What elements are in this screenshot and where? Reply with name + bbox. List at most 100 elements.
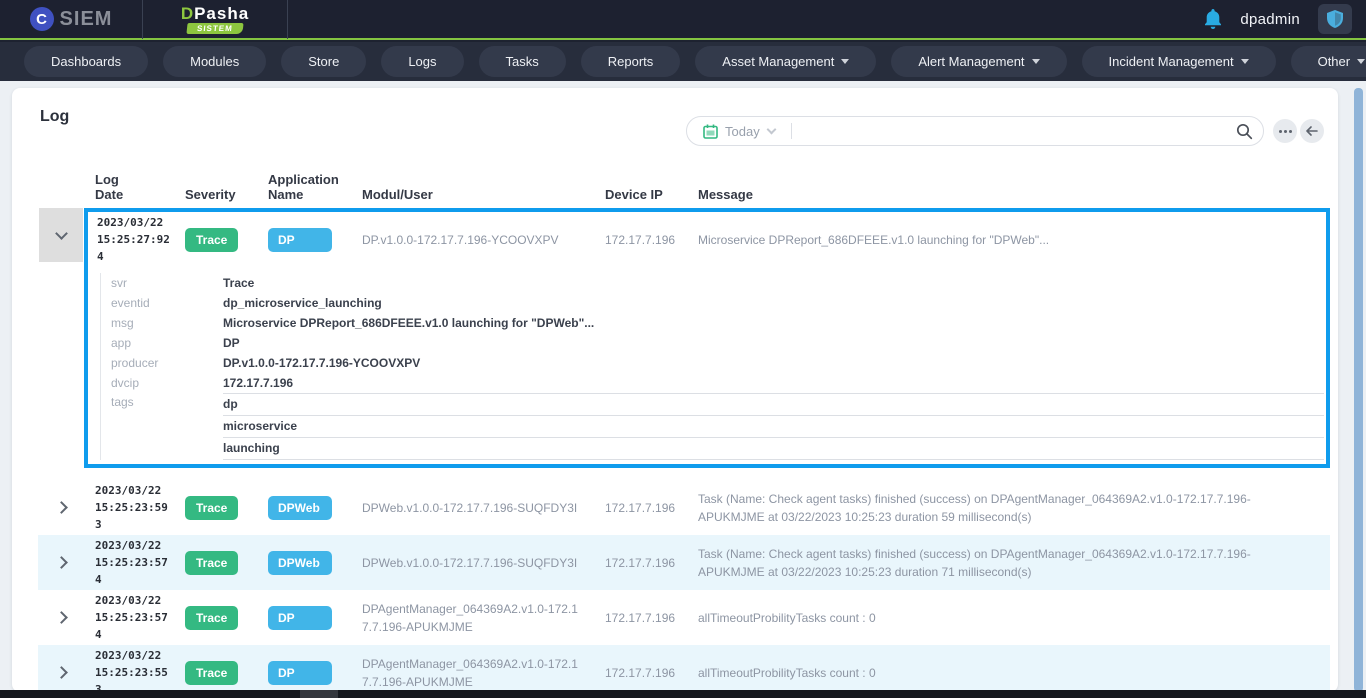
log-row[interactable]: 2023/03/22 15:25:23:574 Trace DPWeb DPWe… [38,535,1330,590]
page-title: Log [40,108,69,126]
expander-cell [38,208,84,468]
search-input[interactable] [804,118,1236,144]
app-window: C SIEM DPasha SISTEM dpadmin [0,0,1366,698]
caret-down-icon [1357,59,1365,64]
detail-value: DP [223,336,240,350]
header-divider [287,0,288,39]
severity-badge: Trace [185,228,238,252]
nav-label: Asset Management [722,54,834,69]
detail-value: Microservice DPReport_686DFEEE.v1.0 laun… [223,316,594,330]
nav-tasks[interactable]: Tasks [479,46,566,77]
log-date-cell: 2023/03/22 15:25:23:553 [95,645,171,692]
row-gap [38,468,1330,480]
nav-label: Tasks [506,54,539,69]
nav-label: Incident Management [1109,54,1234,69]
chevron-right-icon [55,611,68,624]
profile-shield-button[interactable] [1318,4,1352,34]
dpasha-logo: DPasha SISTEM [143,5,287,34]
app-badge: DPWeb [268,496,332,520]
detail-key: app [111,336,223,350]
detail-value: DP.v1.0.0-172.17.7.196-YCOOVXPV [223,356,420,370]
notification-bell-icon[interactable] [1204,9,1222,29]
nav-logs[interactable]: Logs [381,46,463,77]
column-header-severity: Severity [174,187,257,202]
caret-down-icon [1032,59,1040,64]
detail-key: dvcip [111,376,223,390]
siem-logo: C SIEM [0,7,142,31]
nav-label: Other [1318,54,1351,69]
detail-key: producer [111,356,223,370]
detail-row: dvcip172.17.7.196 [111,373,1326,393]
nav-other[interactable]: Other [1291,46,1366,77]
detail-row: svrTrace [111,273,1326,293]
date-filter-label[interactable]: Today [725,124,760,139]
message-cell: Task (Name: Check agent tasks) finished … [687,490,1330,526]
collapse-button[interactable] [39,208,83,262]
caret-down-icon [1241,59,1249,64]
device-ip-cell: 172.17.7.196 [596,231,689,249]
log-row-main[interactable]: 2023/03/22 15:25:27:924 Trace DP DP.v1.0… [88,212,1326,267]
nav-incident-management[interactable]: Incident Management [1082,46,1276,77]
nav-modules[interactable]: Modules [163,46,266,77]
dpasha-logo-text: DPasha [181,5,249,22]
detail-key: msg [111,316,223,330]
log-date-cell: 2023/03/22 15:25:23:593 [95,480,171,535]
chevron-right-icon [55,556,68,569]
app-badge: DPWeb [268,551,332,575]
siem-logo-text: SIEM [60,8,113,31]
nav-store[interactable]: Store [281,46,366,77]
nav-label: Store [308,54,339,69]
arrow-left-icon [1306,126,1318,136]
log-row[interactable]: 2023/03/22 15:25:23:574 Trace DP DPAgent… [38,590,1330,645]
severity-badge: Trace [185,661,238,685]
detail-row: producerDP.v1.0.0-172.17.7.196-YCOOVXPV [111,353,1326,373]
search-icon[interactable] [1236,123,1253,140]
caret-down-icon [841,59,849,64]
expand-button[interactable] [38,668,84,677]
nav-asset-management[interactable]: Asset Management [695,46,876,77]
chevron-down-icon [55,227,68,240]
log-detail-list: svrTrace eventiddp_microservice_launchin… [100,273,1326,460]
message-cell: allTimeoutProbilityTasks count : 0 [687,664,1330,682]
chevron-right-icon [55,501,68,514]
nav-dashboards[interactable]: Dashboards [24,46,148,77]
device-ip-cell: 172.17.7.196 [594,554,687,572]
severity-badge: Trace [185,496,238,520]
severity-badge: Trace [185,606,238,630]
main-nav: Dashboards Modules Store Logs Tasks Repo… [0,42,1366,81]
nav-label: Alert Management [918,54,1024,69]
log-panel: Log Today [12,88,1338,692]
vertical-scrollbar[interactable] [1354,88,1363,692]
page-background: Log Today [0,81,1366,698]
nav-reports[interactable]: Reports [581,46,681,77]
device-ip-cell: 172.17.7.196 [594,609,687,627]
detail-row: eventiddp_microservice_launching [111,293,1326,313]
more-options-button[interactable] [1273,119,1297,143]
detail-row: msgMicroservice DPReport_686DFEEE.v1.0 l… [111,313,1326,333]
selected-log-detail-box: 2023/03/22 15:25:27:924 Trace DP DP.v1.0… [84,208,1330,468]
detail-key: tags [111,393,223,409]
log-date-cell: 2023/03/22 15:25:23:574 [95,590,171,645]
nav-alert-management[interactable]: Alert Management [891,46,1066,77]
nav-label: Dashboards [51,54,121,69]
column-header-log-date: Log Date [84,172,140,202]
back-button[interactable] [1300,119,1324,143]
log-row[interactable]: 2023/03/22 15:25:23:593 Trace DPWeb DPWe… [38,480,1330,535]
chevron-down-icon[interactable] [766,125,776,135]
detail-value: dp_microservice_launching [223,296,382,310]
shield-icon [1327,10,1343,28]
app-badge: DP [268,606,332,630]
dpasha-logo-name: Pasha [194,4,249,23]
detail-value: Trace [223,276,254,290]
modul-user-cell: DPWeb.v1.0.0-172.17.7.196-SUQFDY3I [351,554,594,572]
modul-user-cell: DPAgentManager_064369A2.v1.0-172.17.7.19… [351,600,594,636]
log-row[interactable]: 2023/03/22 15:25:23:553 Trace DP DPAgent… [38,645,1330,692]
expand-button[interactable] [38,503,84,512]
username-label: dpadmin [1240,11,1300,28]
nav-label: Modules [190,54,239,69]
expand-button[interactable] [38,613,84,622]
log-date-cell: 2023/03/22 15:25:27:924 [97,212,173,267]
horizontal-scrollbar-thumb[interactable] [300,690,338,698]
expand-button[interactable] [38,558,84,567]
modul-user-cell: DPAgentManager_064369A2.v1.0-172.17.7.19… [351,655,594,691]
